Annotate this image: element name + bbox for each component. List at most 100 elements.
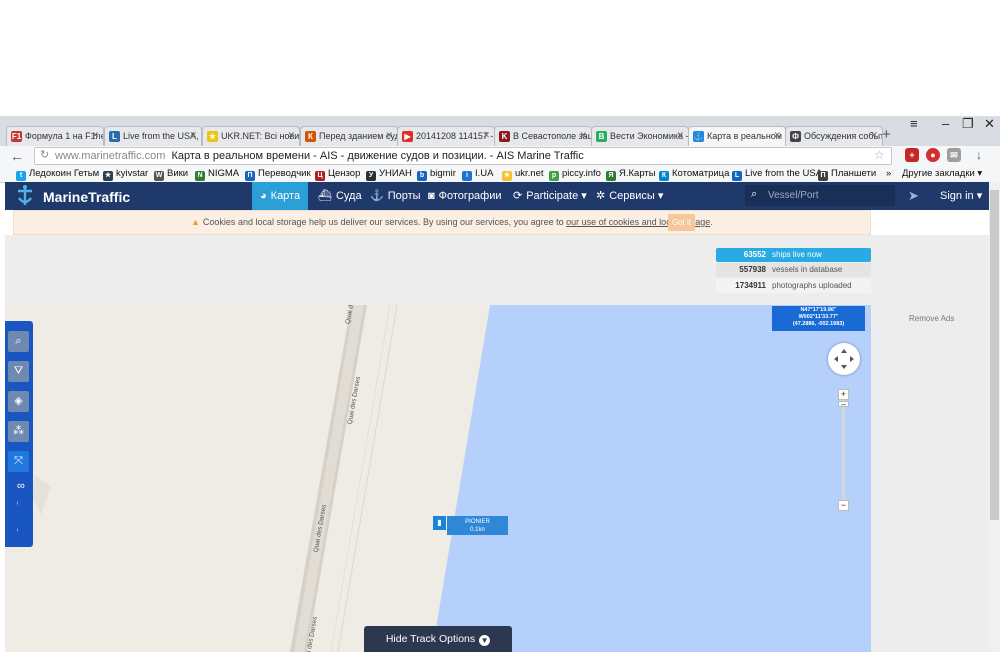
browser-tab[interactable]: ★ UKR.NET: Всі новин ✕ [202,126,300,146]
close-icon[interactable]: ✕ [676,130,684,141]
mail-icon[interactable]: ✉ [947,148,961,162]
stat-ships-live[interactable]: 63552 ships live now [716,248,871,262]
fullscreen-icon[interactable]: ⤧ [8,451,29,472]
pan-control[interactable] [828,343,860,375]
bookmark-icon: ★ [103,171,113,181]
bookmark-item[interactable]: i I.UA [462,166,493,181]
browser-tab[interactable]: F1 Формула 1 на F1ne ✕ [6,126,104,146]
bookmark-item[interactable]: W Вики [154,166,188,181]
other-bookmarks[interactable]: Другие закладки ▾ [902,166,982,181]
bookmark-icon: W [154,171,164,181]
anchor-icon: ⚓ [370,190,384,202]
vessel-marker-icon[interactable]: ▮ [433,516,446,530]
bookmark-item[interactable]: У УНИАН [366,166,412,181]
close-icon[interactable]: ✕ [385,130,393,141]
remove-ads-link[interactable]: Remove Ads [909,314,954,323]
vessel-label[interactable]: PIONIER 0.1kn [447,516,508,535]
bookmark-item[interactable]: Я Я.Карты [606,166,656,181]
close-window-icon[interactable]: ✕ [984,116,995,132]
zoom-out-button[interactable]: − [838,500,849,511]
sync-icon: ⟳ [513,190,523,202]
address-host: www.marinetraffic.com [55,150,166,162]
bookmark-item[interactable]: К Котоматрица [659,166,729,181]
bookmark-icon: П [818,171,828,181]
hide-track-options-button[interactable]: Hide Track Options ▼ [364,626,512,652]
bookmark-icon: p [549,171,559,181]
bookmark-item[interactable]: b bigmir [417,166,456,181]
bookmark-item[interactable]: t Ледокоин Гетьм [16,166,99,181]
bookmark-star-icon[interactable]: ☆ [874,148,885,162]
got-it-button[interactable]: Got it [668,214,695,231]
bookmark-item[interactable]: П Переводчик [245,166,311,181]
nav-map[interactable]: ◕ Карта [252,182,309,210]
nav-participate[interactable]: ⟳ Participate ▾ [513,182,587,210]
brand-name[interactable]: MarineTraffic [43,189,130,205]
bookmark-icon: Я [606,171,616,181]
close-icon[interactable]: ✕ [189,130,197,141]
map-search-icon[interactable]: ⌕ [8,331,29,352]
track-marker-icon: ⁱ [17,500,19,509]
extension-icon[interactable]: ● [926,148,940,162]
menu-icon[interactable]: ≡ [910,116,918,131]
download-icon[interactable]: ↓ [972,148,986,162]
bookmark-icon: t [16,171,26,181]
filter-icon[interactable]: ⛛ [8,361,29,382]
search-icon[interactable]: ⌕ [751,188,757,201]
bookmark-item[interactable]: ★ kyivstar [103,166,148,181]
bookmark-item[interactable]: ★ ukr.net [502,166,544,181]
nav-photos[interactable]: ◙ Фотографии [428,182,502,210]
map-canvas[interactable]: Quai des Darses Quai des Darses Quai des… [5,305,871,652]
bookmark-item[interactable]: L Live from the USA [732,166,822,181]
restore-icon[interactable]: ❐ [962,116,974,132]
share-icon[interactable]: ➤ [908,188,919,204]
close-icon[interactable]: ✕ [91,130,99,141]
close-icon[interactable]: ✕ [870,130,878,141]
scrollbar-thumb[interactable] [990,190,999,520]
gear-icon: ✲ [596,190,606,202]
browser-tab[interactable]: В Вести Экономика - ✕ [591,126,689,146]
browser-tab[interactable]: K В Севастополе зац ✕ [494,126,592,146]
bookmark-icon: У [366,171,376,181]
address-bar[interactable]: www.marinetraffic.com Карта в реальном вр… [34,147,892,165]
nav-services[interactable]: ✲ Сервисы ▾ [596,182,663,210]
browser-tab[interactable]: L Live from the USA, · ✕ [104,126,202,146]
globe-icon: ◕ [260,190,267,202]
close-icon[interactable]: ✕ [773,130,781,141]
tab-favicon-icon: Ф [790,131,801,142]
marinetraffic-logo-icon[interactable] [14,184,36,206]
network-icon[interactable]: ⁂ [8,421,29,442]
zoom-slider-track[interactable] [842,400,845,505]
close-icon[interactable]: ✕ [579,130,587,141]
bookmark-icon: i [462,171,472,181]
close-icon[interactable]: ✕ [287,130,295,141]
bookmark-item[interactable]: П Планшети [818,166,876,181]
bookmark-item[interactable]: N NIGMA [195,166,239,181]
back-arrow-icon[interactable]: ← [10,148,24,164]
bookmark-icon: L [732,171,742,181]
vessel-search-input[interactable]: Vessel/Port [745,185,895,206]
browser-tab[interactable]: ▶ 20141208 114157 - Y ✕ [397,126,495,146]
close-icon[interactable]: ✕ [482,130,490,141]
map-tiles [5,305,871,652]
camera-icon: ◙ [428,190,435,202]
minimize-icon[interactable]: – [942,116,949,131]
track-infinity-icon[interactable]: ∞ [17,480,25,492]
browser-tab[interactable]: Ф Обсуждения событ ✕ [785,126,883,146]
nav-ports[interactable]: ⚓ Порты [370,182,421,210]
bookmarks-overflow[interactable]: » [886,166,891,181]
bookmark-item[interactable]: p piccy.info [549,166,601,181]
sign-in-button[interactable]: Sign in ▾ [940,182,982,210]
browser-tab-active[interactable]: ⚓ Карта в реальном в ✕ [688,126,786,147]
nav-vessels[interactable]: ⛴ Суда [318,182,362,210]
new-tab-button[interactable]: + [882,126,891,143]
ship-icon: ⛴ [318,190,332,202]
zoom-slider-handle[interactable]: – [838,400,849,409]
reload-icon[interactable]: ↻ [40,148,49,161]
extension-icon[interactable]: + [905,148,919,162]
cookie-notice: ▲ Cookies and local storage help us deliv… [13,210,871,235]
bookmark-item[interactable]: Ц Цензор [315,166,360,181]
layers-icon[interactable]: ◈ [8,391,29,412]
browser-tab[interactable]: К Перед зданием суд ✕ [300,126,398,146]
tab-favicon-icon: ★ [207,131,218,142]
tab-favicon-icon: К [305,131,316,142]
